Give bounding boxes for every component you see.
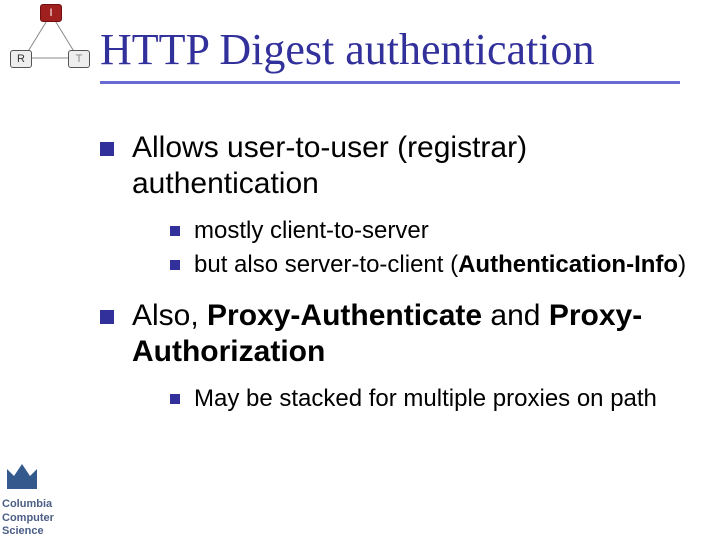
bullet-icon [170, 226, 180, 236]
slide: I R T HTTP Digest authentication Allows … [0, 0, 720, 540]
bullet-b-mid: and [482, 299, 549, 332]
bullet-b-bold1: Proxy-Authenticate [207, 299, 482, 332]
bullet-a-sublist: mostly client-to-server but also server-… [170, 216, 700, 280]
diagram-node-t: T [68, 50, 90, 68]
bullet-b-text: Also, Proxy-Authenticate and Proxy-Autho… [132, 298, 700, 370]
bullet-a-sub1: mostly client-to-server [170, 216, 700, 246]
bullet-a-text: Allows user-to-user (registrar) authenti… [132, 130, 700, 202]
bullet-b-sub1: May be stacked for multiple proxies on p… [170, 384, 700, 414]
bullet-a-sub2-pre: but also server-to-client ( [194, 251, 458, 278]
bullet-icon [170, 394, 180, 404]
bullet-icon [170, 260, 180, 270]
diagram-node-i: I [40, 4, 62, 22]
bullet-a-sub2-bold: Authentication-Info [458, 251, 678, 278]
columbia-logo: Columbia Computer Science [2, 454, 82, 538]
trust-diagram: I R T [10, 4, 80, 74]
bullet-a-sub2: but also server-to-client (Authenticatio… [170, 250, 700, 280]
bullet-a-sub2-text: but also server-to-client (Authenticatio… [194, 250, 686, 280]
bullet-a: Allows user-to-user (registrar) authenti… [100, 130, 700, 202]
bullet-icon [100, 142, 114, 156]
bullet-b: Also, Proxy-Authenticate and Proxy-Autho… [100, 298, 700, 370]
logo-line3: Science [2, 525, 82, 538]
crown-icon [2, 454, 42, 494]
slide-title: HTTP Digest authentication [100, 24, 680, 84]
logo-line1: Columbia [2, 498, 82, 511]
bullet-b-pre: Also, [132, 299, 207, 332]
diagram-node-r: R [10, 50, 32, 68]
bullet-icon [100, 310, 114, 324]
logo-line2: Computer [2, 512, 82, 525]
slide-body: Allows user-to-user (registrar) authenti… [100, 130, 700, 432]
bullet-a-sub1-text: mostly client-to-server [194, 216, 429, 246]
bullet-b-sub1-text: May be stacked for multiple proxies on p… [194, 384, 657, 414]
bullet-b-sublist: May be stacked for multiple proxies on p… [170, 384, 700, 414]
bullet-a-sub2-post: ) [678, 251, 686, 278]
